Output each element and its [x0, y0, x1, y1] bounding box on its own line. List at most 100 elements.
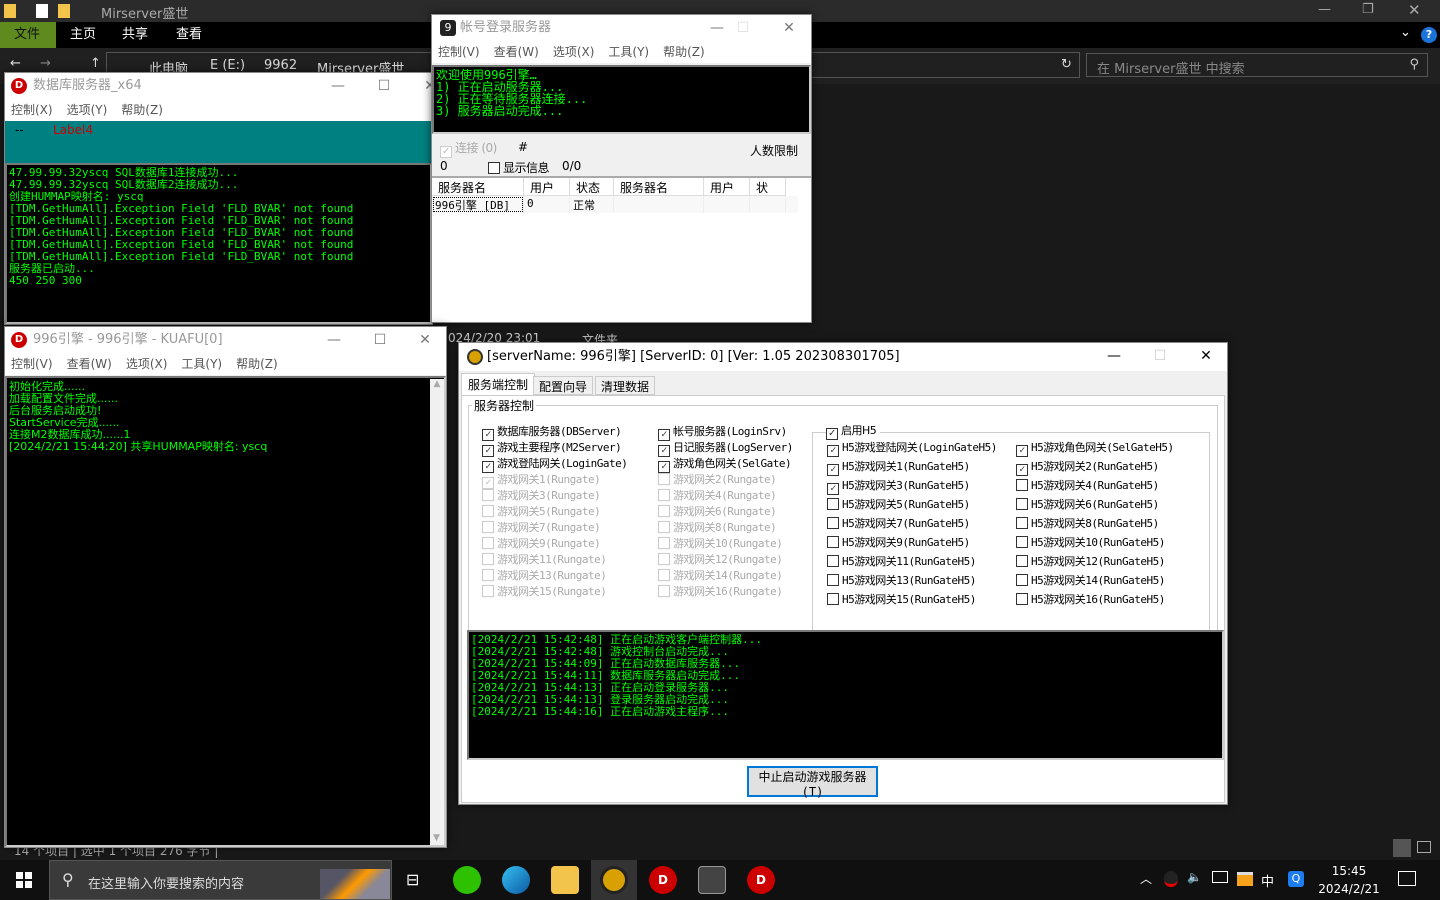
connect-checkbox[interactable]: ✓ 连接 (0) [440, 139, 497, 158]
column-header[interactable]: 服务器名 [432, 178, 524, 196]
server-checkbox[interactable]: H5游戏网关8(RunGateH5) [1016, 515, 1159, 531]
edge-icon[interactable] [502, 866, 530, 894]
menu-options[interactable]: 选项(Y) [67, 103, 108, 117]
minimize-button[interactable]: — [315, 73, 361, 99]
checkbox-checked-icon[interactable]: ✓ [827, 464, 839, 476]
help-icon[interactable]: ? [1421, 27, 1437, 43]
column-header[interactable]: 用户数 [524, 178, 570, 212]
scroll-up-icon[interactable]: ▲ [434, 379, 441, 389]
tab-server-control[interactable]: 服务端控制 [461, 373, 536, 395]
checkbox-unchecked-icon[interactable] [1016, 536, 1028, 548]
db-server-icon[interactable]: D [649, 866, 677, 894]
checkbox-unchecked-icon[interactable] [658, 553, 670, 565]
new-folder-icon[interactable] [58, 4, 70, 18]
windows-start-icon[interactable] [16, 872, 32, 888]
menu-control[interactable]: 控制(V) [11, 357, 53, 371]
taskbar-search[interactable]: ⚲ 在这里输入你要搜索的内容 [49, 860, 392, 900]
checkbox-checked-icon[interactable]: ✓ [827, 445, 839, 457]
close-button[interactable]: ✕ [766, 15, 812, 41]
checkbox-unchecked-icon[interactable] [658, 569, 670, 581]
menu-control[interactable]: 控制(X) [11, 103, 53, 117]
details-view-icon[interactable] [1393, 839, 1411, 857]
server-checkbox[interactable]: H5游戏网关16(RunGateH5) [1016, 591, 1165, 607]
server-checkbox[interactable]: 游戏网关13(Rungate) [482, 567, 607, 583]
column-header[interactable]: 服务器名 [614, 178, 704, 196]
menu-tools[interactable]: 工具(Y) [608, 45, 649, 59]
checkbox-unchecked-icon[interactable] [827, 498, 839, 510]
forward-icon[interactable]: → [40, 56, 51, 71]
server-checkbox[interactable]: 游戏网关4(Rungate) [658, 487, 777, 503]
checkbox-unchecked-icon[interactable] [482, 505, 494, 517]
table-row[interactable]: 996引擎 [DB] 0 正常 [432, 196, 798, 213]
checkbox-unchecked-icon[interactable] [827, 555, 839, 567]
maximize-button[interactable]: ☐ [361, 73, 407, 99]
checkbox-unchecked-icon[interactable] [482, 553, 494, 565]
properties-icon[interactable] [36, 4, 48, 18]
maximize-button[interactable]: ☐ [720, 15, 766, 41]
restore-button[interactable]: ❐ [1362, 2, 1374, 17]
checkbox-unchecked-icon[interactable] [482, 569, 494, 581]
game-control-icon[interactable] [600, 866, 628, 894]
maximize-button[interactable]: ☐ [357, 327, 403, 353]
server-checkbox[interactable]: H5游戏网关10(RunGateH5) [1016, 534, 1165, 550]
close-button[interactable]: ✕ [402, 327, 448, 353]
column-header[interactable]: 状态 [750, 178, 786, 212]
menu-help[interactable]: 帮助(Z) [663, 45, 705, 59]
chevron-down-icon[interactable]: ⌄ [1400, 25, 1411, 40]
server-checkbox[interactable]: ✓ H5游戏登陆网关(LoginGateH5) [827, 439, 997, 457]
server-checkbox[interactable]: 游戏网关2(Rungate) [658, 471, 777, 487]
show-info-checkbox[interactable]: 显示信息 [488, 159, 550, 176]
server-checkbox[interactable]: 游戏网关3(Rungate) [482, 487, 601, 503]
server-checkbox[interactable]: 游戏网关8(Rungate) [658, 519, 777, 535]
column-header[interactable]: 状态 [570, 178, 614, 196]
back-icon[interactable]: ← [10, 56, 21, 71]
minimize-button[interactable]: — [1318, 2, 1331, 17]
stop-server-button[interactable]: 中止启动游戏服务器(T) [747, 766, 878, 799]
server-checkbox[interactable]: H5游戏网关4(RunGateH5) [1016, 477, 1159, 493]
server-checkbox[interactable]: H5游戏网关12(RunGateH5) [1016, 553, 1165, 569]
checkbox-unchecked-icon[interactable] [482, 489, 494, 501]
server-checkbox[interactable]: H5游戏网关9(RunGateH5) [827, 534, 970, 550]
checkbox-unchecked-icon[interactable] [658, 521, 670, 533]
breadcrumb-item[interactable]: 9962 [264, 58, 297, 73]
engine-console-icon[interactable] [698, 866, 726, 894]
checkbox-unchecked-icon[interactable] [1016, 574, 1028, 586]
checkbox-checked-icon[interactable]: ✓ [827, 483, 839, 495]
notification-app-icon[interactable] [1237, 872, 1253, 886]
checkbox-unchecked-icon[interactable] [1016, 555, 1028, 567]
server-checkbox[interactable]: ✓ H5游戏网关1(RunGateH5) [827, 458, 970, 476]
minimize-button[interactable]: — [1091, 343, 1137, 369]
server-checkbox[interactable]: 游戏网关15(Rungate) [482, 583, 607, 599]
menu-tools[interactable]: 工具(Y) [181, 357, 222, 371]
server-checkbox[interactable]: 游戏网关14(Rungate) [658, 567, 783, 583]
tab-config-wizard[interactable]: 配置向导 [533, 376, 594, 395]
ribbon-tab-view[interactable]: 查看 [162, 22, 216, 48]
clock[interactable]: 15:45 2024/2/21 [1314, 862, 1384, 898]
checkbox-unchecked-icon[interactable] [658, 537, 670, 549]
server-checkbox[interactable]: 游戏网关11(Rungate) [482, 551, 607, 567]
file-explorer-icon[interactable] [551, 866, 579, 894]
checkbox-unchecked-icon[interactable] [827, 536, 839, 548]
checkbox-unchecked-icon[interactable] [1016, 517, 1028, 529]
breadcrumb-item[interactable]: E (E:) [210, 58, 245, 73]
server-checkbox[interactable]: H5游戏网关11(RunGateH5) [827, 553, 976, 569]
ribbon-tab-file[interactable]: 文件 [0, 22, 56, 48]
wechat-icon[interactable] [453, 866, 481, 894]
server-checkbox[interactable]: ✓ H5游戏网关3(RunGateH5) [827, 477, 970, 495]
checkbox-unchecked-icon[interactable] [1016, 498, 1028, 510]
menu-options[interactable]: 选项(X) [553, 45, 595, 59]
checkbox-checked-icon[interactable]: ✓ [1016, 464, 1028, 476]
volume-icon[interactable]: 🔈 [1187, 870, 1202, 884]
m2-server-icon[interactable]: D [747, 866, 775, 894]
checkbox-unchecked-icon[interactable] [482, 521, 494, 533]
close-button[interactable]: ✕ [1408, 1, 1421, 19]
server-checkbox[interactable]: 游戏网关7(Rungate) [482, 519, 601, 535]
server-checkbox[interactable]: H5游戏网关13(RunGateH5) [827, 572, 976, 588]
server-checkbox[interactable]: H5游戏网关15(RunGateH5) [827, 591, 976, 607]
menu-help[interactable]: 帮助(Z) [121, 103, 163, 117]
tray-expand-icon[interactable]: ︿ [1140, 870, 1152, 887]
server-checkbox[interactable]: H5游戏网关14(RunGateH5) [1016, 572, 1165, 588]
checkbox-unchecked-icon[interactable] [827, 593, 839, 605]
checkbox-unchecked-icon[interactable] [827, 574, 839, 586]
network-icon[interactable] [1212, 871, 1228, 883]
